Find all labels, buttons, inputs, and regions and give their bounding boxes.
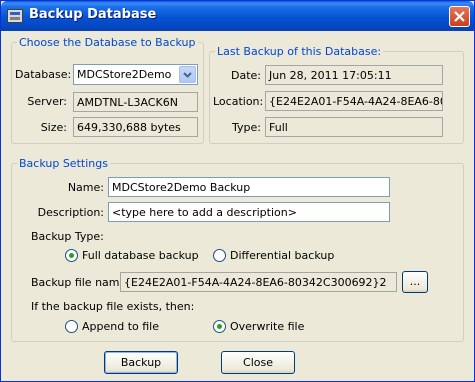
append-to-file-radio[interactable]	[65, 320, 78, 333]
location-value: {E24E2A01-F54A-4A24-8EA6-8034	[265, 91, 443, 111]
file-exists-label: If the backup file exists, then:	[31, 300, 195, 313]
full-backup-radio[interactable]	[65, 249, 78, 262]
close-button[interactable]: Close	[221, 351, 295, 374]
database-select[interactable]: MDCStore2Demo	[73, 64, 198, 85]
overwrite-file-label[interactable]: Overwrite file	[230, 320, 304, 334]
database-select-value: MDCStore2Demo	[77, 68, 172, 81]
browse-button[interactable]: ...	[402, 271, 428, 293]
database-dropdown-button[interactable]	[179, 66, 196, 83]
backup-file-name-label: Backup file name:	[31, 276, 130, 289]
close-icon	[454, 11, 465, 22]
server-value: AMDTNL-L3ACK6N	[73, 92, 198, 112]
database-icon	[7, 9, 23, 23]
description-input[interactable]: <type here to add a description>	[108, 202, 390, 222]
database-group-legend: Choose the Database to Backup	[17, 36, 198, 49]
backup-settings-group-legend: Backup Settings	[17, 157, 110, 170]
close-window-button[interactable]	[449, 6, 470, 27]
size-value: 649,330,688 bytes	[73, 117, 198, 137]
database-label: Database:	[15, 68, 72, 81]
backup-type-label: Backup Type:	[31, 230, 104, 243]
overwrite-file-radio[interactable]	[213, 320, 226, 333]
backup-database-dialog: Backup Database Choose the Database to B…	[0, 0, 475, 382]
differential-backup-radio[interactable]	[213, 249, 226, 262]
date-label: Date:	[231, 69, 261, 82]
title-bar[interactable]: Backup Database	[1, 1, 474, 31]
differential-backup-label[interactable]: Differential backup	[230, 249, 334, 263]
type-label: Type:	[232, 121, 261, 134]
chevron-down-icon	[183, 72, 192, 78]
date-value: Jun 28, 2011 17:05:11	[265, 65, 443, 85]
window-title: Backup Database	[29, 7, 157, 22]
backup-button[interactable]: Backup	[104, 351, 178, 374]
full-backup-label[interactable]: Full database backup	[82, 249, 199, 263]
type-value: Full	[265, 117, 443, 137]
server-label: Server:	[27, 95, 67, 108]
name-input[interactable]: MDCStore2Demo Backup	[108, 177, 390, 197]
backup-file-name-value: {E24E2A01-F54A-4A24-8EA6-80342C300692}2	[120, 272, 397, 292]
last-backup-group-legend: Last Backup of this Database:	[215, 45, 384, 58]
location-label: Location:	[213, 95, 264, 108]
size-label: Size:	[40, 121, 67, 134]
append-to-file-label[interactable]: Append to file	[82, 320, 159, 334]
description-label: Description:	[37, 206, 104, 219]
name-label: Name:	[67, 181, 104, 194]
